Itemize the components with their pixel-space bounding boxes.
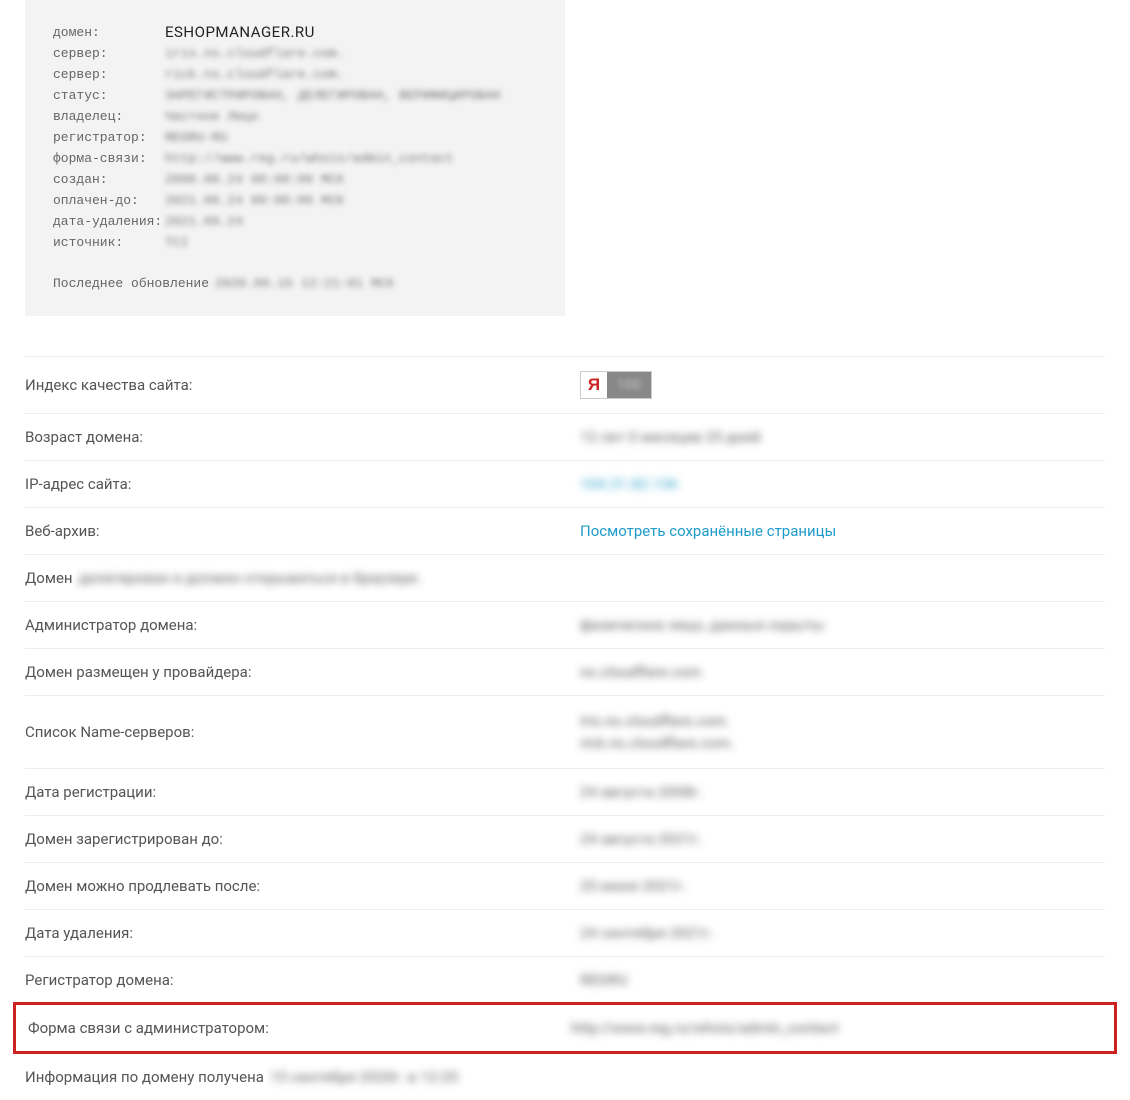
info-row-registrar: Регистратор домена: REGRU — [25, 957, 1105, 1004]
info-row-admin: Администратор домена: физическое лицо, д… — [25, 602, 1105, 649]
whois-footer-value: 2020.09.15 12:21:01 МСК — [215, 273, 394, 294]
whois-value: rick.ns.cloudflare.com. — [165, 64, 537, 85]
info-row-domain-status: Домен делегирован и должен открываться в… — [25, 555, 1105, 602]
domain-age-value: 12 лет 0 месяцев 25 дней — [580, 428, 1105, 446]
info-label: Регистратор домена: — [25, 971, 580, 989]
whois-value: 2008.08.24 00:00:00 МСК — [165, 169, 537, 190]
info-row-quality: Индекс качества сайта: Я 100 — [25, 356, 1105, 414]
info-label: Список Name-серверов: — [25, 723, 580, 741]
info-label: Домен зарегистрирован до: — [25, 830, 580, 848]
whois-footer: Последнее обновление 2020.09.15 12:21:01… — [53, 273, 537, 294]
whois-label: владелец: — [53, 106, 165, 127]
whois-row: дата-удаления: 2021.09.24 — [53, 211, 537, 232]
domain-status-prefix: Домен — [25, 569, 73, 587]
admin-value: физическое лицо, данные скрыты — [580, 616, 1105, 634]
info-row-received: Информация по домену получена 15 сентябр… — [25, 1054, 1105, 1100]
whois-label: статус: — [53, 85, 165, 106]
whois-row: сервер: iris.ns.cloudflare.com. — [53, 43, 537, 64]
registrar-value: REGRU — [580, 971, 1105, 989]
ns-value-2: rick.ns.cloudflare.com. — [580, 732, 1105, 754]
whois-label: источник: — [53, 232, 165, 253]
ns-value-1: iris.ns.cloudflare.com. — [580, 710, 1105, 732]
info-row-renew-after: Домен можно продлевать после: 25 июня 20… — [25, 863, 1105, 910]
whois-value: http://www.reg.ru/whois/admin_contact — [165, 148, 537, 169]
info-label: Дата регистрации: — [25, 783, 580, 801]
whois-value: Частное Лицо — [165, 106, 537, 127]
contact-form-value: http://www.reg.ru/whois/admin_contact — [571, 1019, 1102, 1037]
yandex-quality-value: 100 — [607, 377, 651, 393]
whois-row: домен: ESHOPMANAGER.RU — [53, 22, 537, 43]
whois-label: оплачен-до: — [53, 190, 165, 211]
whois-row: форма-связи: http://www.reg.ru/whois/adm… — [53, 148, 537, 169]
delete-date-value: 24 сентября 2021г. — [580, 924, 1105, 942]
web-archive-link[interactable]: Посмотреть сохранённые страницы — [580, 522, 1105, 540]
whois-value: TCI — [165, 232, 537, 253]
whois-value: 2021.08.24 00:00:00 МСК — [165, 190, 537, 211]
info-row-ip: IP-адрес сайта: 104.31.82.136 — [25, 461, 1105, 508]
whois-row: сервер: rick.ns.cloudflare.com. — [53, 64, 537, 85]
whois-label: сервер: — [53, 64, 165, 85]
domain-status-value: делегирован и должен открываться в брауз… — [79, 569, 422, 587]
info-row-nameservers: Список Name-серверов: iris.ns.cloudflare… — [25, 696, 1105, 769]
info-label: Администратор домена: — [25, 616, 580, 634]
whois-row: статус: ЗАРЕГИСТРИРОВАН, ДЕЛЕГИРОВАН, ВЕ… — [53, 85, 537, 106]
whois-row: источник: TCI — [53, 232, 537, 253]
whois-label: домен: — [53, 22, 165, 43]
reg-date-value: 24 августа 2008г. — [580, 783, 1105, 801]
whois-value: 2021.09.24 — [165, 211, 537, 232]
whois-row: владелец: Частное Лицо — [53, 106, 537, 127]
nameservers-value: iris.ns.cloudflare.com. rick.ns.cloudfla… — [580, 710, 1105, 754]
whois-footer-label: Последнее обновление — [53, 273, 209, 294]
info-label: Форма связи с администратором: — [28, 1019, 571, 1037]
whois-row: оплачен-до: 2021.08.24 00:00:00 МСК — [53, 190, 537, 211]
whois-value: REGRU-RU — [165, 127, 537, 148]
info-label: Веб-архив: — [25, 522, 580, 540]
info-row-age: Возраст домена: 12 лет 0 месяцев 25 дней — [25, 414, 1105, 461]
info-row-delete-date: Дата удаления: 24 сентября 2021г. — [25, 910, 1105, 957]
info-label: Дата удаления: — [25, 924, 580, 942]
info-label: Возраст домена: — [25, 428, 580, 446]
info-row-contact-form: Форма связи с администратором: http://ww… — [13, 1002, 1117, 1054]
ip-address-link[interactable]: 104.31.82.136 — [580, 475, 1105, 493]
info-label: Домен размещен у провайдера: — [25, 663, 580, 681]
whois-label: сервер: — [53, 43, 165, 64]
provider-value: ns.cloudflare.com — [580, 663, 1105, 681]
info-row-provider: Домен размещен у провайдера: ns.cloudfla… — [25, 649, 1105, 696]
whois-label: форма-связи: — [53, 148, 165, 169]
info-label: IP-адрес сайта: — [25, 475, 580, 493]
whois-value: iris.ns.cloudflare.com. — [165, 43, 537, 64]
whois-label: создан: — [53, 169, 165, 190]
whois-row: регистратор: REGRU-RU — [53, 127, 537, 148]
info-row-reg-date: Дата регистрации: 24 августа 2008г. — [25, 769, 1105, 816]
info-label: Индекс качества сайта: — [25, 376, 580, 394]
info-row-archive: Веб-архив: Посмотреть сохранённые страни… — [25, 508, 1105, 555]
renew-after-value: 25 июня 2021г. — [580, 877, 1105, 895]
received-value: 15 сентября 2020г. в 12:25 — [270, 1068, 458, 1086]
yandex-icon: Я — [581, 372, 607, 398]
whois-value: ЗАРЕГИСТРИРОВАН, ДЕЛЕГИРОВАН, ВЕРИФИЦИРО… — [165, 85, 537, 106]
received-prefix: Информация по домену получена — [25, 1068, 264, 1086]
whois-block: домен: ESHOPMANAGER.RU сервер: iris.ns.c… — [25, 0, 565, 316]
whois-label: дата-удаления: — [53, 211, 165, 232]
whois-label: регистратор: — [53, 127, 165, 148]
yandex-badge: Я 100 — [580, 371, 652, 399]
whois-domain-value: ESHOPMANAGER.RU — [165, 22, 537, 43]
yandex-badge-container: Я 100 — [580, 371, 1105, 399]
info-label: Домен можно продлевать после: — [25, 877, 580, 895]
whois-row: создан: 2008.08.24 00:00:00 МСК — [53, 169, 537, 190]
info-list: Индекс качества сайта: Я 100 Возраст дом… — [25, 356, 1105, 1100]
reg-until-value: 24 августа 2021г. — [580, 830, 1105, 848]
info-row-reg-until: Домен зарегистрирован до: 24 августа 202… — [25, 816, 1105, 863]
